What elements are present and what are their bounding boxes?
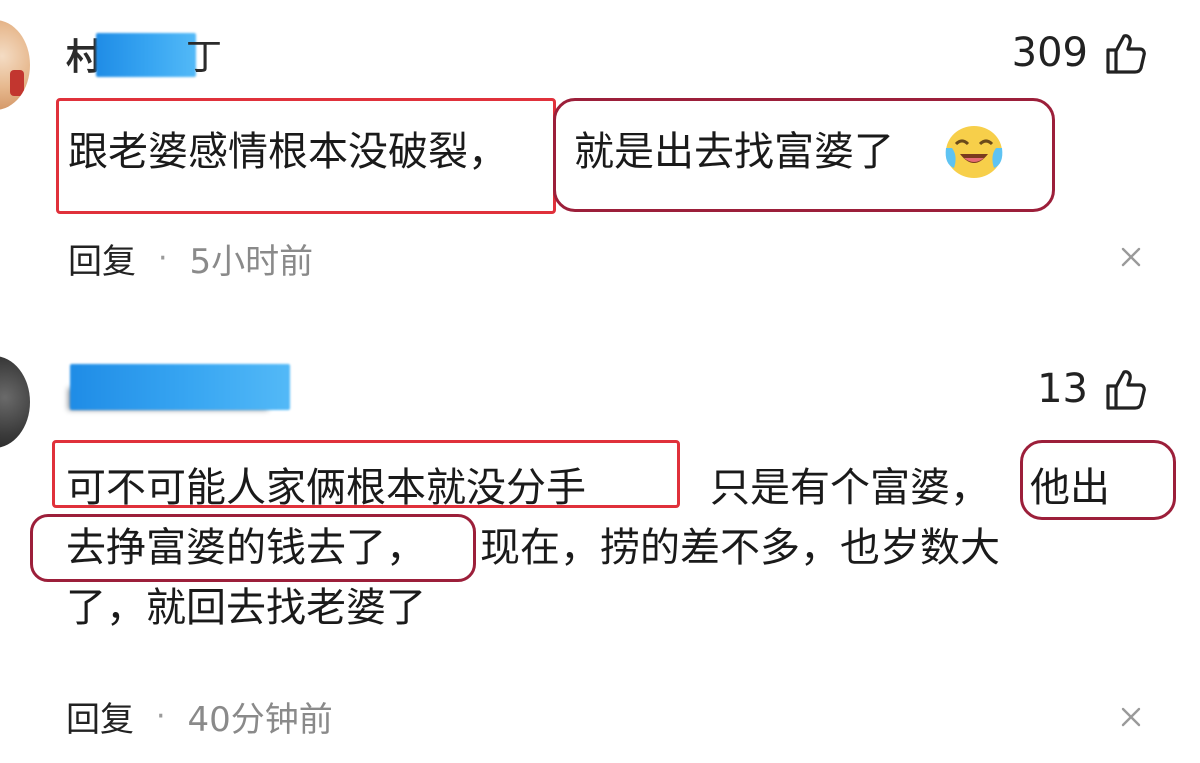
comment-text-part2: 就是出去找富婆了 xyxy=(574,129,894,175)
username-fragment: 丁 xyxy=(186,37,223,78)
timestamp: 40分钟前 xyxy=(187,700,333,740)
comment-text-line3: 了，就回去找老婆了 xyxy=(66,585,426,631)
separator-dot: · xyxy=(156,699,166,734)
like-count: 309 xyxy=(1011,30,1088,76)
reply-button[interactable]: 回复 xyxy=(68,234,136,283)
comment-text-line1-b: 只是有个富婆， xyxy=(710,465,990,511)
reply-button[interactable]: 回复 xyxy=(66,692,134,741)
avatar[interactable] xyxy=(0,20,30,110)
username-redaction xyxy=(96,33,196,77)
avatar[interactable] xyxy=(0,356,30,448)
crying-laughing-emoji xyxy=(944,122,1004,184)
comment-text-part1: 跟老婆感情根本没破裂， xyxy=(68,129,508,175)
thumbs-up-icon[interactable] xyxy=(1102,30,1148,76)
thumbs-up-icon[interactable] xyxy=(1102,366,1148,412)
comment-text-line1-c: 他出 xyxy=(1030,465,1110,511)
like-count: 13 xyxy=(1037,366,1088,412)
separator-dot: · xyxy=(158,241,168,276)
comment-text-line1-a: 可不可能人家俩根本就没分手 xyxy=(66,465,586,511)
comment-meta: 回复 · 5小时前 xyxy=(68,234,313,283)
comment-text-line2-a: 去挣富婆的钱去了， xyxy=(66,525,426,571)
username-redaction xyxy=(70,364,290,410)
comment-meta: 回复 · 40分钟前 xyxy=(66,692,333,741)
timestamp: 5小时前 xyxy=(189,242,314,282)
close-icon[interactable] xyxy=(1120,246,1142,272)
close-icon[interactable] xyxy=(1120,706,1142,732)
like-button[interactable]: 13 xyxy=(1037,366,1148,412)
comment-text-line2-b: 现在，捞的差不多，也岁数大 xyxy=(480,525,1000,571)
like-button[interactable]: 309 xyxy=(1012,30,1148,76)
